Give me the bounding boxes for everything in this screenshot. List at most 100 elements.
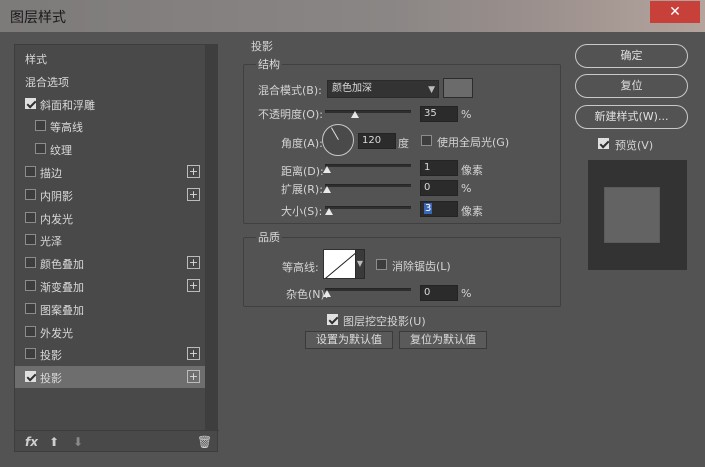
size-label: 大小(S):	[281, 205, 323, 218]
anti-alias-checkbox[interactable]	[376, 259, 387, 270]
add-effect-icon[interactable]: +	[187, 279, 200, 292]
style-checkbox[interactable]	[35, 120, 46, 132]
style-list-item[interactable]: 颜色叠加 +	[15, 252, 205, 274]
reset-button[interactable]: 复位	[575, 74, 688, 98]
style-list-item[interactable]: 渐变叠加 +	[15, 275, 205, 297]
new-style-button[interactable]: 新建样式(W)...	[575, 105, 688, 129]
noise-slider-handle[interactable]	[323, 290, 331, 297]
add-effect-icon[interactable]: +	[187, 256, 200, 270]
size-slider-track[interactable]	[325, 206, 411, 209]
style-label: 样式	[25, 53, 47, 66]
opacity-slider-handle[interactable]	[351, 111, 360, 118]
distance-label: 距离(D):	[281, 165, 324, 178]
size-slider-handle[interactable]	[325, 208, 333, 215]
style-label: 投影	[40, 372, 62, 386]
add-effect-icon[interactable]: +	[187, 370, 200, 384]
style-checkbox[interactable]	[25, 325, 36, 337]
distance-slider-track[interactable]	[325, 164, 411, 167]
style-checkbox[interactable]	[25, 211, 36, 223]
contour-preview[interactable]	[323, 249, 357, 279]
style-checkbox[interactable]	[25, 302, 36, 314]
preview-checkbox[interactable]	[598, 138, 609, 149]
spread-input[interactable]: 0	[420, 180, 458, 196]
chevron-down-icon: ▼	[356, 259, 364, 268]
style-label: 图案叠加	[40, 303, 84, 317]
distance-unit: 像素	[461, 164, 483, 177]
spread-slider-handle[interactable]	[323, 186, 331, 193]
angle-label: 角度(A):	[281, 137, 323, 150]
title-bar: 图层样式 ✕	[0, 0, 705, 32]
preview-swatch	[604, 187, 660, 243]
distance-input[interactable]: 1	[420, 160, 458, 176]
ok-button[interactable]: 确定	[575, 44, 688, 68]
style-list-item[interactable]: 外发光	[15, 321, 205, 343]
size-input[interactable]: 3	[420, 201, 458, 217]
style-list-item[interactable]: 等高线	[15, 115, 205, 137]
move-down-icon[interactable]: ⬇	[73, 435, 83, 449]
close-button[interactable]: ✕	[650, 1, 700, 23]
style-list-item[interactable]: 光泽	[15, 229, 205, 251]
style-checkbox[interactable]	[25, 188, 36, 200]
add-effect-icon[interactable]: +	[187, 347, 200, 361]
angle-unit: 度	[398, 137, 409, 150]
add-effect-icon[interactable]: +	[187, 187, 200, 201]
style-label: 描边	[40, 167, 62, 180]
style-list-header[interactable]: 混合选项	[15, 70, 205, 92]
styles-bottom-bar: fx ⬆ ⬇ 🗑	[15, 430, 219, 452]
style-label: 纹理	[50, 144, 72, 158]
noise-slider-track[interactable]	[325, 288, 411, 291]
style-label: 内阴影	[40, 189, 73, 203]
style-list-item[interactable]: 投影 +	[15, 343, 205, 365]
size-unit: 像素	[461, 205, 483, 218]
opacity-slider-track[interactable]	[325, 110, 411, 113]
style-list-item[interactable]: 内发光	[15, 207, 205, 229]
noise-input[interactable]: 0	[420, 285, 458, 301]
shadow-color-swatch[interactable]	[443, 78, 473, 98]
style-list-item[interactable]: 斜面和浮雕	[15, 93, 205, 115]
style-checkbox[interactable]	[25, 371, 36, 383]
style-list-header[interactable]: 样式	[15, 47, 205, 69]
reset-default-button[interactable]: 复位为默认值	[399, 331, 487, 349]
style-checkbox[interactable]	[25, 280, 36, 291]
contour-dropdown[interactable]: ▼	[355, 249, 365, 279]
style-label: 斜面和浮雕	[40, 98, 95, 112]
style-checkbox[interactable]	[25, 257, 36, 269]
section-title: 投影	[251, 40, 273, 53]
opacity-unit: %	[461, 108, 472, 121]
knockout-checkbox[interactable]	[327, 314, 338, 325]
style-label: 外发光	[40, 326, 73, 340]
move-up-icon[interactable]: ⬆	[49, 435, 59, 449]
add-effect-icon[interactable]: +	[187, 165, 200, 178]
style-list-item[interactable]: 内阴影 +	[15, 184, 205, 206]
anti-alias-label: 消除锯齿(L)	[392, 260, 451, 273]
size-value: 3	[424, 203, 433, 214]
style-list-item[interactable]: 纹理	[15, 138, 205, 160]
angle-input[interactable]: 120	[358, 133, 396, 149]
knockout-label: 图层挖空投影(U)	[343, 315, 426, 328]
global-light-checkbox[interactable]	[421, 135, 432, 146]
fx-icon[interactable]: fx	[25, 435, 38, 449]
style-checkbox[interactable]	[25, 234, 36, 246]
style-list-item[interactable]: 图案叠加	[15, 298, 205, 320]
styles-scrollbar[interactable]	[205, 45, 218, 430]
blend-mode-label: 混合模式(B):	[258, 84, 322, 97]
style-checkbox[interactable]	[35, 143, 46, 155]
style-checkbox[interactable]	[25, 166, 36, 177]
angle-dial[interactable]	[322, 124, 354, 156]
distance-slider-handle[interactable]	[323, 166, 331, 173]
styles-panel: 样式混合选项斜面和浮雕等高线纹理描边 + 内阴影 + 内发光 光泽 颜色叠加 + 渐变叠加 + 图案…	[14, 44, 219, 452]
style-checkbox[interactable]	[25, 97, 36, 109]
style-list-item[interactable]: 投影 +	[15, 366, 205, 389]
set-default-button[interactable]: 设置为默认值	[305, 331, 393, 349]
style-label: 等高线	[50, 121, 83, 135]
style-list-item[interactable]: 描边 +	[15, 161, 205, 183]
chevron-down-icon: ▼	[428, 85, 435, 95]
trash-icon[interactable]: 🗑	[197, 435, 212, 449]
style-checkbox[interactable]	[25, 348, 36, 360]
spread-slider-track[interactable]	[325, 184, 411, 187]
preview-thumbnail	[588, 160, 687, 270]
quality-title: 品质	[256, 229, 282, 245]
opacity-input[interactable]: 35	[420, 106, 458, 122]
blend-mode-dropdown[interactable]: 颜色加深 ▼	[327, 80, 439, 98]
noise-unit: %	[461, 287, 472, 300]
